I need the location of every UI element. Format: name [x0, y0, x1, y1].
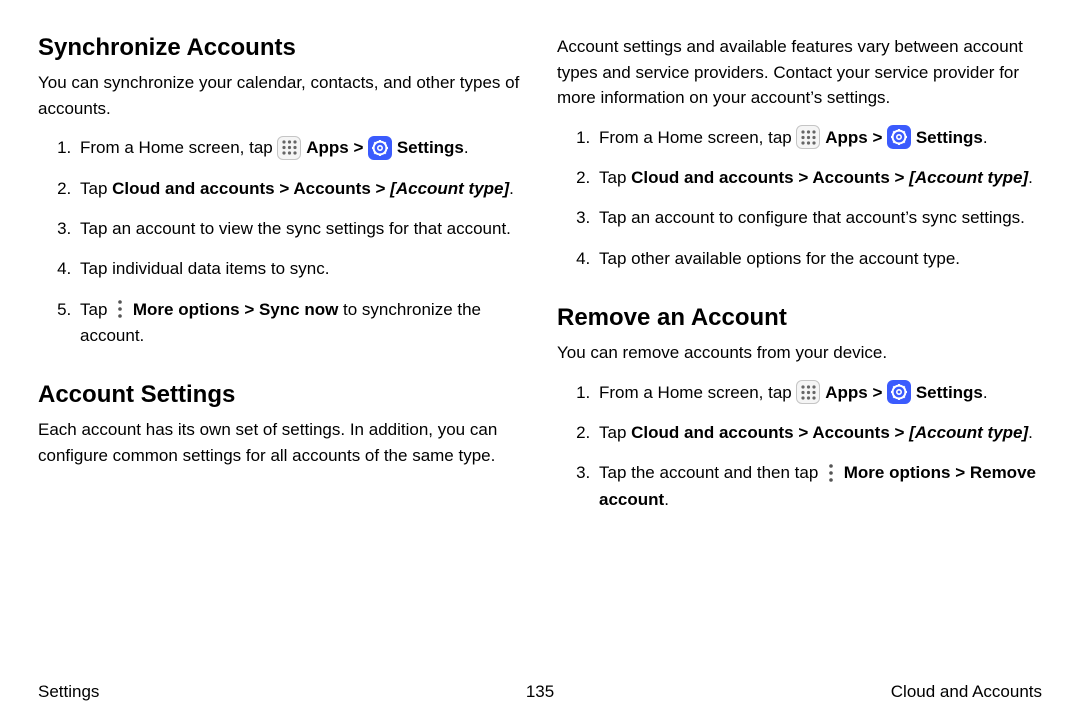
footer-left: Settings: [38, 682, 258, 702]
chevron: >: [872, 383, 887, 402]
step-text: Tap: [599, 168, 631, 187]
step-end: .: [983, 383, 988, 402]
list-item: Tap an account to configure that account…: [595, 205, 1042, 231]
list-item: Tap Cloud and accounts > Accounts > [Acc…: [76, 176, 523, 202]
step-end: .: [509, 179, 514, 198]
path: Cloud and accounts > Accounts >: [631, 168, 909, 187]
more-label: More options > Sync now: [133, 300, 338, 319]
heading-remove-account: Remove an Account: [557, 304, 1042, 332]
settings-label: Settings: [916, 383, 983, 402]
list-item: Tap Cloud and accounts > Accounts > [Acc…: [595, 420, 1042, 446]
settings-icon: [887, 380, 911, 404]
apps-icon: [796, 125, 820, 149]
apps-label: Apps: [825, 128, 868, 147]
page-number: 135: [258, 682, 822, 702]
step-end: .: [1028, 423, 1033, 442]
list-item: Tap individual data items to sync.: [76, 256, 523, 282]
step-text: Tap: [80, 179, 112, 198]
step-end: .: [983, 128, 988, 147]
chevron: >: [353, 138, 368, 157]
path: Cloud and accounts > Accounts >: [631, 423, 909, 442]
apps-icon: [277, 136, 301, 160]
account-type: [Account type]: [390, 179, 509, 198]
list-item: Tap Cloud and accounts > Accounts > [Acc…: [595, 165, 1042, 191]
account-type: [Account type]: [909, 168, 1028, 187]
step-text: From a Home screen, tap: [599, 383, 796, 402]
heading-account-settings: Account Settings: [38, 381, 523, 409]
chevron: >: [872, 128, 887, 147]
heading-synchronize: Synchronize Accounts: [38, 34, 523, 62]
step-text: Tap: [80, 300, 112, 319]
sync-steps: From a Home screen, tap Apps > Settings.…: [38, 135, 523, 349]
list-item: Tap other available options for the acco…: [595, 246, 1042, 272]
acct-steps: From a Home screen, tap Apps > Settings.…: [557, 125, 1042, 273]
columns: Synchronize Accounts You can synchronize…: [38, 34, 1042, 676]
more-options-icon: [823, 462, 839, 484]
apps-label: Apps: [825, 383, 868, 402]
list-item: Tap an account to view the sync settings…: [76, 216, 523, 242]
step-text: .: [664, 490, 669, 509]
list-item: Tap the account and then tap More option…: [595, 460, 1042, 513]
settings-icon: [368, 136, 392, 160]
settings-label: Settings: [397, 138, 464, 157]
list-item: From a Home screen, tap Apps > Settings.: [595, 125, 1042, 152]
list-item: From a Home screen, tap Apps > Settings.: [595, 380, 1042, 407]
manual-page: Synchronize Accounts You can synchronize…: [0, 0, 1080, 720]
page-footer: Settings 135 Cloud and Accounts: [38, 676, 1042, 702]
settings-label: Settings: [916, 128, 983, 147]
apps-label: Apps: [306, 138, 349, 157]
path: Cloud and accounts > Accounts >: [112, 179, 390, 198]
left-column: Synchronize Accounts You can synchronize…: [38, 34, 523, 676]
step-end: .: [1028, 168, 1033, 187]
settings-icon: [887, 125, 911, 149]
right-column: Account settings and available features …: [557, 34, 1042, 676]
remove-steps: From a Home screen, tap Apps > Settings.…: [557, 380, 1042, 514]
apps-icon: [796, 380, 820, 404]
step-text: From a Home screen, tap: [80, 138, 277, 157]
account-type: [Account type]: [909, 423, 1028, 442]
step-text: Tap: [599, 423, 631, 442]
sync-intro: You can synchronize your calendar, conta…: [38, 70, 523, 121]
acct-intro: Each account has its own set of settings…: [38, 417, 523, 468]
remove-intro: You can remove accounts from your device…: [557, 340, 1042, 366]
list-item: From a Home screen, tap Apps > Settings.: [76, 135, 523, 162]
step-text: Tap the account and then tap: [599, 463, 823, 482]
list-item: Tap More options > Sync now to synchroni…: [76, 297, 523, 350]
step-end: .: [464, 138, 469, 157]
more-options-icon: [112, 298, 128, 320]
step-text: From a Home screen, tap: [599, 128, 796, 147]
right-intro: Account settings and available features …: [557, 34, 1042, 111]
footer-right: Cloud and Accounts: [822, 682, 1042, 702]
